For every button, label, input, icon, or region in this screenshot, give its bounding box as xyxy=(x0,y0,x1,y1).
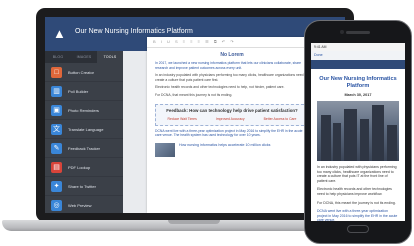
article-paragraph: In an industry populated with physicians… xyxy=(317,165,397,183)
sidebar: BLOG IMAGES TOOLS □ Button Creator ▥ Poll B… xyxy=(45,51,123,213)
formatting-toolbar[interactable]: B I U S ≡ ≡ ≡ ☰ ⧉ ↶ ↷ xyxy=(147,37,317,48)
sidebar-item[interactable]: □ Button Creator xyxy=(45,63,123,82)
sidebar-item[interactable]: 文 Translate Language xyxy=(45,120,123,139)
phone-banner xyxy=(311,60,405,69)
phone-screen: 9:41 AM Done Our New Nursing Informatics… xyxy=(311,43,405,221)
document-paragraph: In 2017, we launched a new nursing infor… xyxy=(155,61,302,70)
document-paragraph: In an industry populated with physicians… xyxy=(155,73,308,82)
twitter-icon: ✦ xyxy=(51,180,62,192)
feedback-poll-title: Feedback: How can technology help drive … xyxy=(166,107,298,113)
home-indicator[interactable] xyxy=(347,225,369,233)
feedback-poll: Feedback: How can technology help drive … xyxy=(155,103,309,126)
status-bar: 9:41 AM xyxy=(311,43,405,51)
sidebar-item[interactable]: ▣ Photo Reminders xyxy=(45,101,123,120)
photo-icon: ▣ xyxy=(51,104,62,116)
related-article[interactable]: How nursing informatics helps accelerate… xyxy=(155,142,309,157)
article-title[interactable]: How nursing informatics helps accelerate… xyxy=(179,143,289,157)
document-paragraph: DCNA went live with a three-year optimiz… xyxy=(155,128,303,138)
sidebar-item[interactable]: ◎ Web Preview xyxy=(45,196,123,213)
article-paragraph: DCNA went live with a three-year optimiz… xyxy=(317,209,398,221)
poll-option[interactable]: Better Access to Care xyxy=(264,117,297,121)
article-title: Our New Nursing Informatics Platform xyxy=(319,76,397,89)
sidebar-item[interactable]: ✎ Feedback Tracker xyxy=(45,139,123,158)
phone-article: Our New Nursing Informatics Platform Mar… xyxy=(311,69,405,221)
sidebar-item[interactable]: ▥ Poll Builder xyxy=(45,82,123,101)
sidebar-item-label: Feedback Tracker xyxy=(68,145,101,151)
tab-images[interactable]: IMAGES xyxy=(71,51,97,63)
sidebar-item-label: Web Preview xyxy=(68,202,92,208)
article-image xyxy=(317,101,399,161)
app-title: Our New Nursing Informatics Platform xyxy=(75,28,193,35)
document-heading: No Lorem xyxy=(220,52,244,58)
document-canvas[interactable]: B I U S ≡ ≡ ≡ ☰ ⧉ ↶ ↷ No Lorem In 2017, … xyxy=(147,37,317,213)
document-paragraph: Electronic health records and other tech… xyxy=(155,85,285,90)
article-thumbnail xyxy=(155,142,175,157)
tab-tools[interactable]: TOOLS xyxy=(97,51,123,63)
translate-icon: 文 xyxy=(51,123,62,135)
sidebar-item-label: Share to Twitter xyxy=(68,183,96,189)
laptop-notch xyxy=(168,220,220,224)
poll-icon: ▥ xyxy=(51,85,62,97)
speaker-grille xyxy=(346,31,370,34)
poll-option[interactable]: Improved Accuracy xyxy=(216,117,245,121)
sidebar-tabs: BLOG IMAGES TOOLS xyxy=(45,51,123,63)
laptop-display: ▲ Our New Nursing Informatics Platform B… xyxy=(45,17,345,213)
app-logo[interactable]: ▲ xyxy=(53,26,69,42)
camera-icon xyxy=(340,30,344,34)
pdf-icon: ▤ xyxy=(51,161,62,173)
article-date: March 30, 2017 xyxy=(344,93,372,97)
document-paragraph: For DCNA, that meant this journey is not… xyxy=(155,92,233,97)
sidebar-item[interactable]: ✦ Share to Twitter xyxy=(45,177,123,196)
feedback-icon: ✎ xyxy=(51,142,62,154)
sidebar-item-label: Translate Language xyxy=(68,126,104,132)
sidebar-items: □ Button Creator ▥ Poll Builder ▣ Photo Remin… xyxy=(45,63,123,213)
tab-blog[interactable]: BLOG xyxy=(45,51,71,63)
sidebar-item-label: Poll Builder xyxy=(68,88,89,94)
done-button[interactable]: Done xyxy=(314,53,323,57)
phone-frame: 9:41 AM Done Our New Nursing Informatics… xyxy=(304,20,412,244)
article-paragraph: Electronic health records and other tech… xyxy=(317,187,392,196)
sidebar-item[interactable]: ▤ PDF Lookup xyxy=(45,158,123,177)
poll-option[interactable]: Reduce Wait Times xyxy=(168,117,197,121)
article-paragraph: For DCNA, this meant the journey is not … xyxy=(317,200,396,205)
sidebar-item-label: Button Creator xyxy=(68,69,95,75)
button-creator-icon: □ xyxy=(51,66,62,78)
sidebar-item-label: Photo Reminders xyxy=(68,107,99,113)
sidebar-item-label: PDF Lookup xyxy=(68,164,91,170)
web-icon: ◎ xyxy=(51,199,62,211)
